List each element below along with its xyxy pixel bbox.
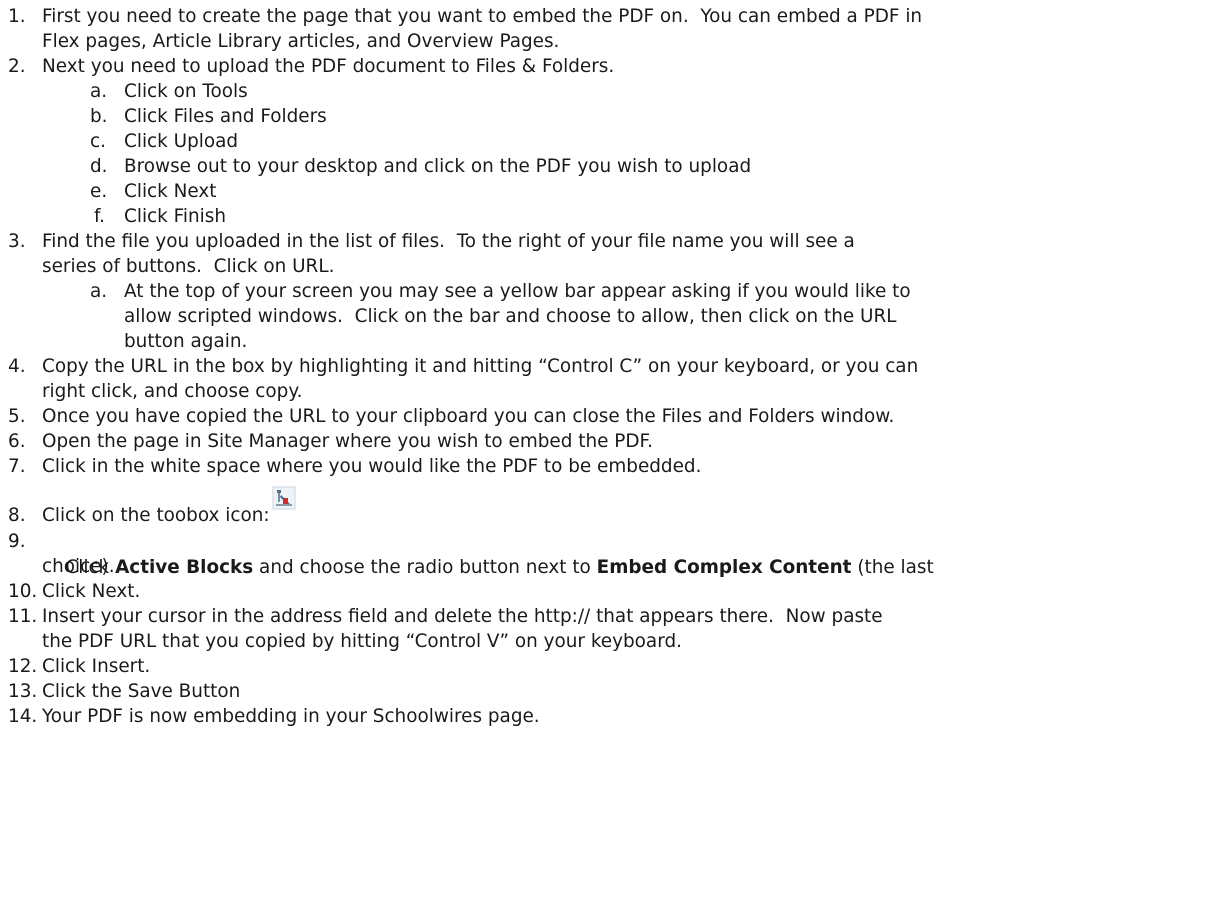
substep-letter: a. bbox=[90, 281, 108, 302]
step-text: Copy the URL in the box by highlighting … bbox=[42, 356, 919, 377]
substep-text: Click Finish bbox=[124, 206, 227, 227]
step-text: Open the page in Site Manager where you … bbox=[42, 431, 653, 452]
step-text: Once you have copied the URL to your cli… bbox=[42, 406, 895, 427]
step-number: 5. bbox=[8, 406, 26, 427]
step-number: 14. bbox=[8, 706, 38, 727]
toolbox-icon bbox=[272, 486, 296, 510]
substep-letter: e. bbox=[90, 181, 108, 202]
step-text: the PDF URL that you copied by hitting “… bbox=[42, 631, 682, 652]
step-number: 6. bbox=[8, 431, 26, 452]
step-number: 8. bbox=[8, 505, 26, 526]
step-number: 9. bbox=[8, 531, 26, 552]
substep-text: Browse out to your desktop and click on … bbox=[124, 156, 752, 177]
step-number: 12. bbox=[8, 656, 38, 677]
step-text: Click Next. bbox=[42, 581, 141, 602]
step-text: Flex pages, Article Library articles, an… bbox=[42, 31, 560, 52]
step-number: 3. bbox=[8, 231, 26, 252]
step-text: series of buttons. Click on URL. bbox=[42, 256, 335, 277]
substep-text: Click Upload bbox=[124, 131, 239, 152]
step-text: Insert your cursor in the address field … bbox=[42, 606, 883, 627]
step-text: Click the Save Button bbox=[42, 681, 241, 702]
step-text: Your PDF is now embedding in your School… bbox=[42, 706, 540, 727]
step-number: 13. bbox=[8, 681, 38, 702]
substep-text: Click on Tools bbox=[124, 81, 248, 102]
step-text: Next you need to upload the PDF document… bbox=[42, 56, 615, 77]
substep-letter: a. bbox=[90, 81, 108, 102]
embed-complex-content-label: Embed Complex Content bbox=[596, 556, 852, 578]
step-number: 1. bbox=[8, 6, 26, 27]
step-rich-text: Click Active Blocks and choose the radio… bbox=[42, 529, 934, 606]
step-text: right click, and choose copy. bbox=[42, 381, 303, 402]
step-text-run: (the last bbox=[851, 556, 934, 578]
step-text: Click Insert. bbox=[42, 656, 151, 677]
step-text: First you need to create the page that y… bbox=[42, 6, 923, 27]
step-number: 2. bbox=[8, 56, 26, 77]
substep-text: Click Files and Folders bbox=[124, 106, 327, 127]
substep-text: button again. bbox=[124, 331, 248, 352]
substep-letter: c. bbox=[90, 131, 106, 152]
step-number: 7. bbox=[8, 456, 26, 477]
step-number: 4. bbox=[8, 356, 26, 377]
step-text: Find the file you uploaded in the list o… bbox=[42, 231, 855, 252]
substep-letter: d. bbox=[90, 156, 108, 177]
substep-letter: b. bbox=[90, 106, 108, 127]
substep-text: Click Next bbox=[124, 181, 217, 202]
step-number: 10. bbox=[8, 581, 38, 602]
step-text: choice). bbox=[42, 556, 115, 577]
step-text: Click on the toobox icon: bbox=[42, 505, 276, 526]
substep-letter: f. bbox=[94, 206, 105, 227]
active-blocks-label: Active Blocks bbox=[115, 556, 254, 578]
step-text-run: and choose the radio button next to bbox=[253, 556, 597, 578]
step-number: 11. bbox=[8, 606, 38, 627]
substep-text: allow scripted windows. Click on the bar… bbox=[124, 306, 897, 327]
substep-text: At the top of your screen you may see a … bbox=[124, 281, 911, 302]
step-text: Click in the white space where you would… bbox=[42, 456, 702, 477]
